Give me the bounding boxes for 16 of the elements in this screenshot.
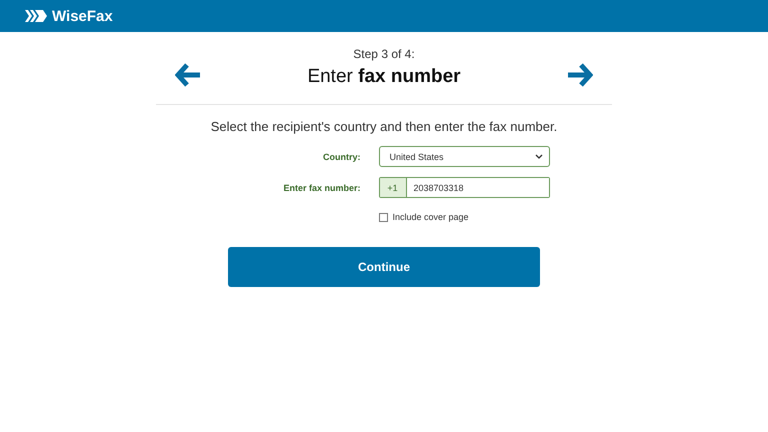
country-code: +1 [380, 178, 406, 197]
continue-button[interactable]: Continue [228, 247, 540, 287]
field-label: Country: [322, 152, 360, 162]
chevron-icon [534, 154, 542, 159]
logo-icon [25, 10, 47, 22]
instruction-text: Select the recipient's country and then enter the fax number. [210, 119, 558, 134]
page-title: Enter fax number [307, 66, 461, 88]
fax-number-field[interactable]: +1 2038703318 [378, 177, 550, 198]
checkbox-label: Include cover page [392, 212, 469, 222]
country-select[interactable]: United States [378, 146, 550, 167]
step-label: Step 3 of 4: [352, 47, 416, 61]
checkbox[interactable] [378, 212, 388, 222]
brand-name: WiseFax [52, 8, 113, 24]
field-label: Enter fax number: [282, 182, 360, 192]
forward-arrow-icon[interactable] [567, 62, 593, 86]
back-arrow-icon[interactable] [175, 62, 201, 86]
